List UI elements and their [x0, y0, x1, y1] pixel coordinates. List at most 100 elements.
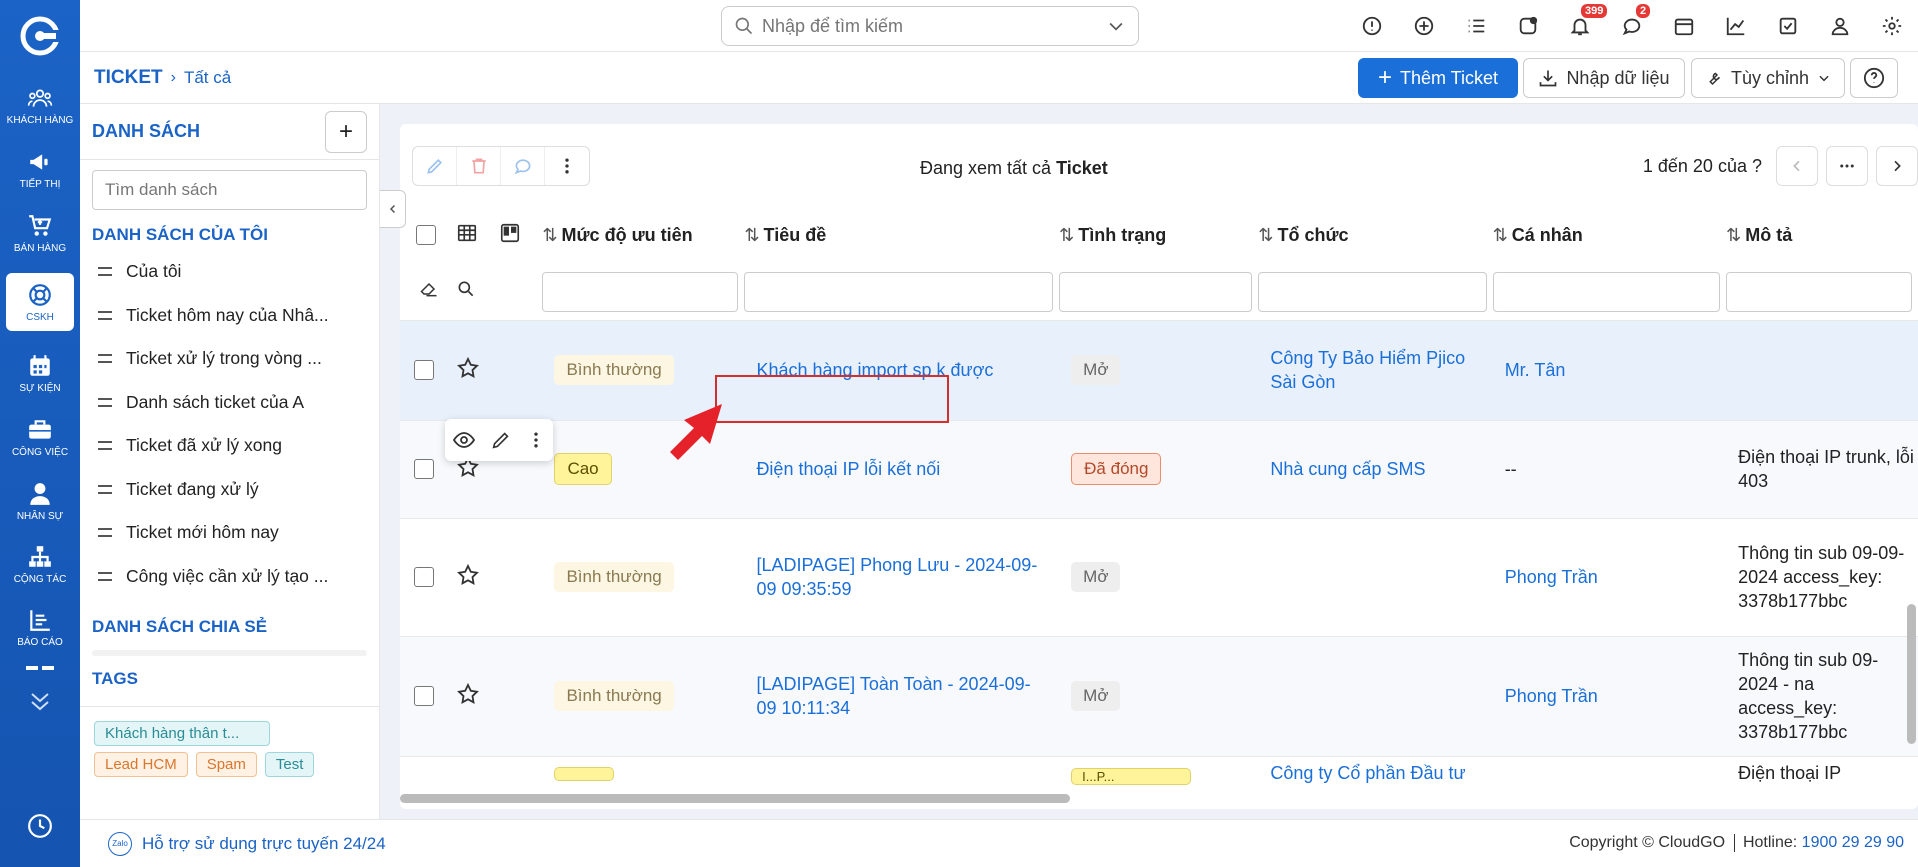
organization-link[interactable]: Công Ty Bảo Hiểm Pjico Sài Gòn	[1270, 348, 1465, 392]
drag-handle-icon[interactable]	[98, 310, 112, 320]
drag-handle-icon[interactable]	[98, 267, 112, 277]
clock-icon[interactable]	[27, 813, 53, 839]
drag-handle-icon[interactable]	[98, 441, 112, 451]
eye-icon[interactable]	[452, 428, 476, 452]
contact-link[interactable]: Phong Trần	[1505, 686, 1598, 706]
breadcrumb-root[interactable]: TICKET	[94, 67, 163, 89]
support-link[interactable]: Zalo Hỗ trợ sử dụng trực tuyến 24/24	[108, 831, 386, 856]
drag-handle-icon[interactable]	[98, 571, 112, 581]
table-grid-icon[interactable]	[456, 222, 478, 244]
collapse-panel-button[interactable]	[380, 190, 406, 228]
search-icon[interactable]	[456, 279, 476, 299]
list-item[interactable]: Ticket hôm nay của Nhâ...	[80, 294, 379, 338]
rail-item-su-kien[interactable]: Sự kiện	[6, 344, 74, 402]
page-menu-button[interactable]	[1826, 146, 1868, 186]
sort-icon[interactable]: ⇅	[1059, 225, 1074, 245]
filter-priority-input[interactable]	[542, 271, 739, 312]
tasks-button[interactable]	[1502, 0, 1554, 52]
mass-comment-button[interactable]	[501, 147, 545, 185]
tag-chip[interactable]: Spam	[195, 752, 257, 777]
organization-link[interactable]: Nhà cung cấp SMS	[1270, 459, 1425, 479]
select-all-checkbox[interactable]	[416, 225, 436, 245]
ticket-title-link[interactable]: [LADIPAGE] Phong Lưu - 2024-09-09 09:35:…	[756, 555, 1037, 599]
breadcrumb-current[interactable]: Tất cả	[184, 68, 231, 88]
alert-button[interactable]	[1346, 0, 1398, 52]
sort-icon[interactable]: ⇅	[744, 225, 759, 245]
star-icon[interactable]	[456, 682, 480, 706]
rail-item-bao-cao[interactable]: Báo cáo	[6, 598, 74, 656]
contact-link[interactable]: Mr. Tân	[1505, 360, 1566, 380]
filter-title-input[interactable]	[744, 271, 1054, 312]
more-actions-button[interactable]	[545, 147, 589, 185]
sort-icon[interactable]: ⇅	[1726, 225, 1741, 245]
column-header-description[interactable]: ⇅ Mô tả	[1726, 206, 1918, 264]
sort-icon[interactable]: ⇅	[542, 225, 557, 245]
column-header-organization[interactable]: ⇅ Tổ chức	[1258, 206, 1492, 264]
mass-edit-button[interactable]	[413, 147, 457, 185]
customize-button[interactable]: Tùy chỉnh	[1691, 58, 1845, 98]
kanban-icon[interactable]	[499, 222, 521, 244]
list-item[interactable]: Ticket xử lý trong vòng ...	[80, 337, 379, 381]
chevron-down-icon[interactable]	[1106, 16, 1126, 36]
row-checkbox[interactable]	[414, 567, 434, 587]
table-row[interactable]: Bình thường Khách hàng import sp k được …	[400, 320, 1918, 421]
row-checkbox[interactable]	[414, 686, 434, 706]
quick-create-button[interactable]	[1398, 0, 1450, 52]
filter-description-input[interactable]	[1726, 271, 1912, 312]
add-list-button[interactable]: +	[325, 110, 367, 153]
star-icon[interactable]	[456, 563, 480, 587]
ticket-title-link[interactable]: [LADIPAGE] Toàn Toàn - 2024-09-09 10:11:…	[756, 674, 1030, 718]
rail-item-cong-viec[interactable]: Công việc	[6, 408, 74, 466]
kebab-icon[interactable]	[526, 430, 546, 450]
contact-link[interactable]: Phong Trần	[1505, 567, 1598, 587]
total-count-button[interactable]: ?	[1752, 156, 1762, 176]
filter-organization-input[interactable]	[1258, 271, 1487, 312]
column-header-contact[interactable]: ⇅ Cá nhân	[1493, 206, 1726, 264]
import-data-button[interactable]: Nhập dữ liệu	[1523, 58, 1685, 98]
help-button[interactable]	[1850, 58, 1898, 98]
drag-handle-icon[interactable]	[98, 484, 112, 494]
list-item[interactable]: Danh sách ticket của A	[80, 381, 379, 425]
table-row[interactable]: Bình thường [LADIPAGE] Toàn Toàn - 2024-…	[400, 636, 1918, 757]
notifications-button[interactable]: 399	[1554, 0, 1608, 52]
tag-chip[interactable]: Lead HCM	[94, 752, 188, 777]
horizontal-scrollbar[interactable]	[400, 794, 1070, 803]
next-page-button[interactable]	[1876, 146, 1918, 186]
row-checkbox[interactable]	[414, 459, 434, 479]
column-header-status[interactable]: ⇅ Tình trạng	[1059, 206, 1258, 264]
hotline-number[interactable]: 1900 29 29 90	[1802, 835, 1904, 852]
profile-button[interactable]	[1814, 0, 1866, 52]
ticket-title-link[interactable]: Điện thoại IP lỗi kết nối	[756, 459, 940, 479]
analytics-button[interactable]	[1710, 0, 1762, 52]
drag-handle-icon[interactable]	[98, 528, 112, 538]
calendar-button[interactable]	[1658, 0, 1710, 52]
sort-icon[interactable]: ⇅	[1258, 225, 1273, 245]
eraser-icon[interactable]	[418, 279, 440, 299]
mass-delete-button[interactable]	[457, 147, 501, 185]
list-button[interactable]	[1450, 0, 1502, 52]
tags-heading[interactable]: TAGS	[80, 664, 379, 694]
rail-item-cong-tac[interactable]: Cộng tác	[6, 535, 74, 593]
rail-item-nhan-su[interactable]: Nhân sự	[6, 472, 74, 530]
expand-down-icon[interactable]	[28, 690, 52, 712]
list-item[interactable]: Công việc cần xử lý tạo ...	[80, 555, 379, 599]
organization-link[interactable]: Công ty Cổ phần Đầu tư	[1270, 763, 1465, 783]
tag-chip[interactable]: Test	[264, 752, 315, 777]
messages-button[interactable]: 2	[1606, 0, 1658, 52]
list-search-input[interactable]: Tìm danh sách	[92, 170, 367, 210]
pencil-icon[interactable]	[490, 429, 512, 451]
row-checkbox[interactable]	[414, 360, 434, 380]
rail-item-ban-hang[interactable]: Bán hàng	[6, 204, 74, 262]
cloudgo-logo-icon[interactable]	[20, 16, 60, 56]
add-ticket-button[interactable]: + Thêm Ticket	[1358, 58, 1518, 98]
filter-contact-input[interactable]	[1492, 271, 1721, 312]
vertical-scrollbar[interactable]	[1907, 604, 1916, 744]
column-header-title[interactable]: ⇅ Tiêu đề	[744, 206, 1059, 264]
checklist-button[interactable]	[1762, 0, 1814, 52]
shared-lists-heading[interactable]: DANH SÁCH CHIA SẺ	[80, 612, 379, 642]
rail-item-khach-hang[interactable]: Khách hàng	[6, 76, 74, 134]
settings-button[interactable]	[1866, 0, 1918, 52]
filter-status-input[interactable]	[1059, 271, 1253, 312]
list-item[interactable]: Ticket đã xử lý xong	[80, 424, 379, 468]
rail-item-cskh[interactable]: CSKH	[6, 273, 74, 331]
